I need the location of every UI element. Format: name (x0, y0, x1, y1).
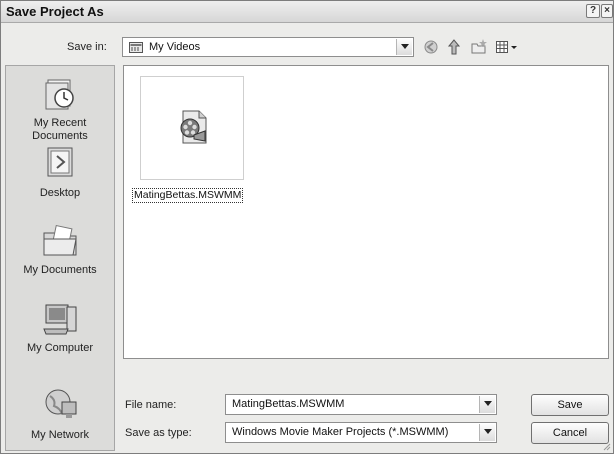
place-label: Desktop (39, 187, 81, 199)
file-name-input[interactable]: MatingBettas.MSWMM (225, 394, 497, 415)
place-my-documents[interactable]: My Documents (6, 221, 114, 277)
desktop-icon (47, 147, 73, 177)
help-button[interactable]: ? (586, 4, 600, 18)
place-desktop[interactable]: Desktop (6, 144, 114, 200)
place-label: My Network (30, 429, 90, 441)
cancel-button[interactable]: Cancel (531, 422, 609, 444)
file-name-value: MatingBettas.MSWMM (232, 398, 345, 410)
recent-documents-icon (45, 79, 74, 110)
chevron-down-icon[interactable] (396, 39, 412, 55)
dialog-title: Save Project As (6, 4, 104, 19)
file-thumbnail (140, 76, 244, 180)
save-as-type-dropdown[interactable]: Windows Movie Maker Projects (*.MSWMM) (225, 422, 497, 443)
save-project-as-dialog: Save Project As ? × Save in: My Videos M… (0, 0, 614, 454)
places-bar: My RecentDocuments Desktop My Documents (5, 65, 115, 451)
back-icon[interactable] (422, 38, 440, 56)
file-name-label: MatingBettas.MSWMM (132, 188, 244, 203)
views-menu-icon[interactable] (495, 38, 519, 56)
place-my-recent-documents[interactable]: My Recent Documents (6, 74, 114, 143)
file-list[interactable]: MatingBettas.MSWMM (123, 65, 609, 359)
place-my-computer[interactable]: My Computer (6, 299, 114, 355)
file-name-label: File name: (125, 399, 177, 411)
save-in-label: Save in: (67, 41, 107, 53)
save-in-value: My Videos (149, 41, 201, 53)
save-in-dropdown[interactable]: My Videos (122, 37, 414, 57)
place-label: My Computer (26, 342, 94, 354)
folder-icon (129, 42, 143, 53)
chevron-down-icon[interactable] (479, 424, 495, 441)
resize-grip-icon[interactable] (601, 441, 611, 451)
close-button[interactable]: × (601, 4, 613, 18)
my-computer-icon (43, 304, 77, 335)
new-folder-icon[interactable] (470, 38, 488, 56)
place-my-network[interactable]: My Network (6, 386, 114, 442)
up-folder-icon[interactable] (445, 38, 463, 56)
chevron-down-icon[interactable] (479, 396, 495, 413)
place-label: My Documents (23, 264, 97, 276)
my-documents-icon (43, 224, 77, 256)
title-bar[interactable]: Save Project As ? × (1, 1, 613, 23)
save-as-type-value: Windows Movie Maker Projects (*.MSWMM) (232, 426, 449, 438)
my-network-icon (45, 389, 77, 418)
movie-project-file-icon (180, 110, 207, 144)
place-label: My Recent Documents (32, 117, 88, 142)
save-as-type-label: Save as type: (125, 427, 192, 439)
save-button[interactable]: Save (531, 394, 609, 416)
